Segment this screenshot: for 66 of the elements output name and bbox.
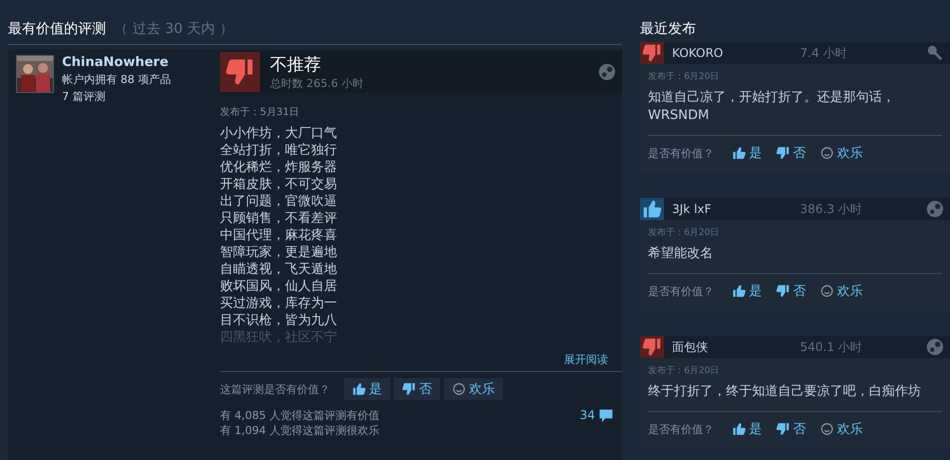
no-button[interactable]: 否 [770,418,812,440]
review-text: 知道自己凉了，开始打折了。还是那句话，WRSNDM [648,89,896,125]
no-button[interactable]: 否 [770,280,812,302]
smiley-icon [820,284,834,298]
review-line: 出了问题，官微吹逼 [220,193,338,210]
thumbs-up-icon [732,422,746,436]
yes-button[interactable]: 是 [726,280,768,302]
helpful-question: 是否有价值？ [648,422,714,436]
section-title: 最有价值的评测 [8,20,106,38]
funny-count: 有 1,094 人觉得这篇评测很欢乐 [220,423,380,438]
smiley-icon [820,422,834,436]
yes-button[interactable]: 是 [726,142,768,164]
products-count: 帐户内拥有 88 项产品 [62,72,171,87]
author-name[interactable]: ChinaNowhere [62,55,171,70]
review-line: 只顾销售，不看差评 [220,210,338,227]
review-text: 终于打折了，终于知道自己要凉了吧，白痴作坊 [648,383,922,401]
comment-icon[interactable] [598,408,614,424]
helpful-question: 这篇评测是否有价值？ [220,382,330,396]
period-label: （ 过去 30 天内 ） [114,20,234,38]
posted-date: 发布于：5月31日 [220,106,300,119]
posted-date: 发布于：6月20日 [648,70,720,83]
thumbs-down-icon [776,284,790,298]
thumbs-down-icon [402,382,416,396]
funny-button[interactable]: 欢乐 [814,142,869,164]
helpful-count: 有 4,085 人觉得这篇评测有价值 [220,408,380,423]
review-line: 目不识枪，皆为九八 [220,312,338,329]
funny-button[interactable]: 欢乐 [814,418,869,440]
helpful-question: 是否有价值？ [648,284,714,298]
review-line: 优化稀烂，炸服务器 [220,159,338,176]
posted-date: 发布于：6月20日 [648,364,720,377]
review-line: 小小作坊，大厂口气 [220,125,338,142]
funny-button[interactable]: 欢乐 [444,378,503,400]
author-name[interactable]: 面包侠 [672,338,792,356]
expand-link[interactable]: 展开阅读 [564,352,608,367]
playtime: 540.1 小时 [800,338,864,356]
yes-button[interactable]: 是 [726,418,768,440]
smiley-icon [452,382,466,396]
review-text: 希望能改名 [648,245,714,263]
review-line: 智障玩家，更是遍地 [220,244,338,261]
smiley-icon [820,146,834,160]
posted-date: 发布于：6月20日 [648,226,720,239]
funny-button[interactable]: 欢乐 [814,280,869,302]
author-name[interactable]: KOKORO [672,46,792,60]
review-line: 全站打折，唯它独行 [220,142,338,159]
review-line: 中国代理，麻花疼喜 [220,227,338,244]
no-button[interactable]: 否 [770,142,812,164]
author-name[interactable]: 3Jk lxF [672,202,792,216]
review-line: 买过游戏，库存为一 [220,295,338,312]
review-line: 自瞄透视，飞天遁地 [220,261,338,278]
yes-button[interactable]: 是 [344,378,390,400]
review-line: 开箱皮肤，不可交易 [220,176,338,193]
section-title: 最近发布 [640,20,697,39]
comment-count[interactable]: 34 [580,408,595,422]
thumbs-down-icon [776,422,790,436]
playtime: 386.3 小时 [800,200,864,218]
thumbs-up-icon [732,284,746,298]
playtime: 总时数 265.6 小时 [270,76,364,91]
helpful-question: 是否有价值？ [648,146,714,160]
thumbs-up-icon [352,382,366,396]
review-line: 败坏国风，仙人自居 [220,278,338,295]
no-button[interactable]: 否 [394,378,440,400]
thumbs-up-icon [732,146,746,160]
thumbs-down-icon [776,146,790,160]
reviews-count[interactable]: 7 篇评测 [62,89,171,104]
playtime: 7.4 小时 [800,44,848,62]
verdict-title: 不推荐 [270,54,322,76]
